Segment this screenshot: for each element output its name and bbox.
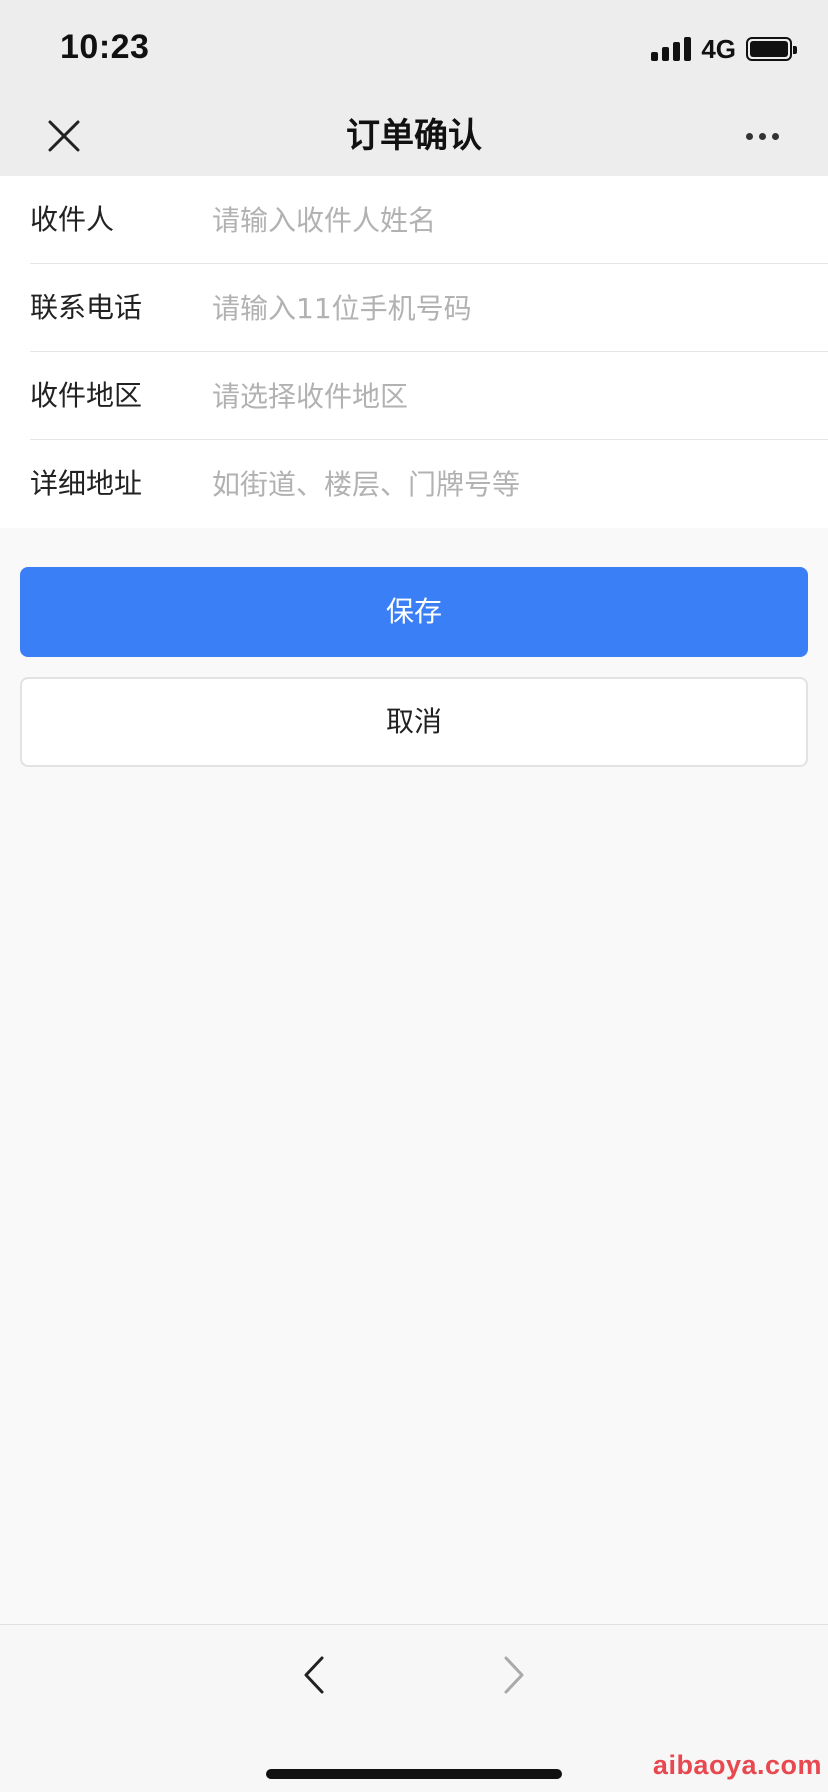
recipient-label: 收件人 (30, 203, 115, 236)
address-label: 详细地址 (30, 467, 143, 500)
save-button[interactable]: 保存 (20, 567, 808, 657)
recipient-input[interactable] (212, 190, 802, 250)
nav-bar: 订单确认 (0, 96, 828, 176)
forward-button[interactable] (492, 1651, 536, 1699)
status-time: 10:23 (60, 28, 150, 66)
back-button[interactable] (292, 1651, 336, 1699)
region-select[interactable] (212, 366, 802, 426)
network-type: 4G (701, 33, 736, 64)
signal-icon (651, 37, 692, 61)
page-title: 订单确认 (346, 116, 482, 156)
close-icon (48, 120, 80, 152)
form-row-address: 详细地址 (0, 440, 828, 528)
form-row-recipient: 收件人 (0, 176, 828, 264)
region-label: 收件地区 (30, 379, 143, 412)
cancel-button[interactable]: 取消 (20, 677, 808, 767)
chevron-right-icon (504, 1656, 524, 1694)
battery-icon (746, 37, 797, 61)
status-bar: 10:23 4G (0, 0, 828, 96)
more-icon (745, 132, 753, 140)
address-input[interactable] (212, 454, 802, 514)
more-button[interactable] (732, 112, 792, 160)
status-indicators: 4G (651, 33, 797, 64)
phone-input[interactable] (212, 278, 802, 338)
address-form: 收件人 联系电话 收件地区 详细地址 (0, 176, 828, 528)
close-button[interactable] (40, 112, 88, 160)
form-row-phone: 联系电话 (0, 264, 828, 352)
watermark: aibaoya.com (652, 1750, 822, 1780)
phone-label: 联系电话 (30, 291, 143, 324)
form-row-region: 收件地区 (0, 352, 828, 440)
home-indicator[interactable] (266, 1769, 562, 1779)
chevron-left-icon (304, 1656, 324, 1694)
